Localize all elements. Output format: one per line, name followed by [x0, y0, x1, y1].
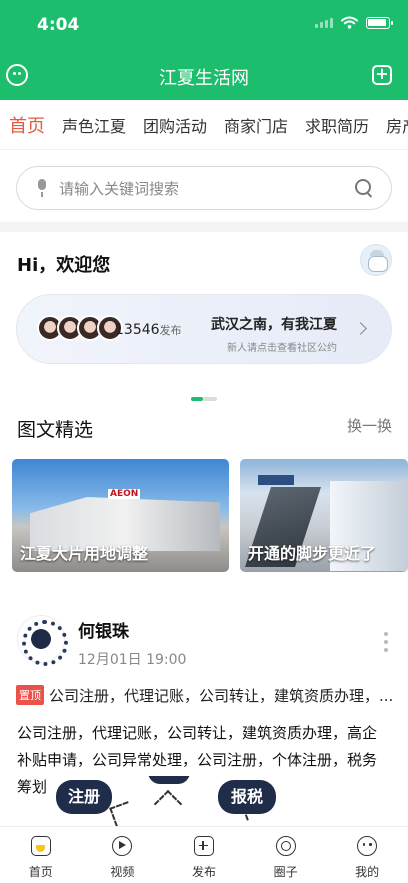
refresh-button[interactable]: 换一换	[347, 415, 392, 436]
card-caption: 开通的脚步更近了	[248, 544, 377, 563]
post-count: 13546发布	[115, 322, 182, 338]
search-icon[interactable]	[355, 179, 373, 197]
card-logo-text: AEON	[108, 489, 141, 499]
tab-stores[interactable]: 商家门店	[224, 113, 288, 137]
featured-card[interactable]: AEON 江夏大片用地调整	[12, 459, 229, 572]
status-time: 4:04	[37, 15, 80, 35]
microphone-icon[interactable]	[35, 179, 49, 197]
arrow-icon	[109, 801, 135, 826]
status-icons	[315, 16, 393, 29]
tab-home[interactable]: 首页	[9, 112, 45, 138]
banner-subtext: 新人请点击查看社区公约	[227, 343, 337, 354]
search-placeholder: 请输入关键词搜索	[59, 179, 180, 198]
image-label: 注册	[56, 780, 112, 814]
card-image	[258, 475, 294, 485]
tab-housing[interactable]: 房产	[386, 113, 408, 137]
post-time: 12月01日 19:00	[78, 652, 187, 668]
chevron-right-icon	[354, 322, 367, 335]
pin-badge: 置顶	[16, 685, 44, 705]
post-count-suffix: 发布	[159, 324, 182, 337]
featured-card[interactable]: 开通的脚步更近了	[240, 459, 408, 572]
section-divider	[0, 222, 408, 232]
search-input[interactable]: 请输入关键词搜索	[16, 166, 392, 210]
tab-voice[interactable]: 声色江夏	[62, 113, 126, 137]
nav-label: 我的	[355, 865, 380, 879]
banner-slogan: 武汉之南，有我江夏	[211, 317, 337, 333]
image-bubble	[148, 776, 190, 784]
more-icon[interactable]	[384, 632, 388, 652]
arrow-icon	[153, 789, 183, 819]
tab-groupbuy[interactable]: 团购活动	[143, 113, 207, 137]
nav-mine[interactable]: 我的	[326, 827, 408, 883]
search-section: 请输入关键词搜索	[0, 150, 408, 222]
nav-circle[interactable]: 圈子	[245, 827, 327, 883]
header: 4:04 江夏生活网 +	[0, 0, 408, 100]
home-icon	[30, 836, 51, 856]
community-banner[interactable]: 13546发布 武汉之南，有我江夏 新人请点击查看社区公约	[16, 294, 392, 364]
carousel-indicator	[191, 397, 217, 401]
post-author[interactable]: 何银珠	[78, 617, 129, 642]
greeting-text: Hi，欢迎您	[17, 255, 111, 276]
nav-post[interactable]: 发布	[163, 827, 245, 883]
status-bar: 4:04	[0, 0, 408, 50]
member-avatars	[37, 315, 123, 341]
category-tabs: 首页 声色江夏 团购活动 商家门店 求职简历 房产	[0, 100, 408, 150]
nav-home[interactable]: 首页	[0, 827, 82, 883]
indicator-active	[191, 397, 203, 401]
nav-label: 圈子	[273, 865, 298, 879]
nav-label: 首页	[28, 865, 53, 879]
post-title: 公司注册，代理记账，公司转让，建筑资质办理，...	[49, 686, 394, 705]
image-label: 报税	[218, 780, 276, 814]
section-title: 图文精选	[17, 419, 94, 441]
add-square-icon[interactable]: +	[372, 65, 392, 85]
nav-label: 发布	[191, 865, 216, 879]
signal-icon	[315, 17, 333, 28]
video-icon	[112, 836, 133, 856]
tab-jobs[interactable]: 求职简历	[305, 113, 369, 137]
wifi-icon	[341, 16, 358, 29]
avatar[interactable]	[17, 615, 68, 666]
bottom-nav: 首页 视频 发布 圈子 我的	[0, 826, 408, 883]
assistant-avatar[interactable]	[360, 244, 392, 276]
post-count-number: 13546	[115, 322, 160, 338]
card-caption: 江夏大片用地调整	[20, 544, 149, 563]
profile-icon	[357, 836, 378, 856]
app-bar: 江夏生活网 +	[0, 54, 408, 98]
nav-label: 视频	[110, 865, 135, 879]
post-image[interactable]: 注册 报税	[0, 776, 408, 826]
post-icon	[193, 836, 214, 856]
app-title: 江夏生活网	[159, 68, 249, 89]
nav-video[interactable]: 视频	[82, 827, 164, 883]
battery-icon	[366, 16, 393, 29]
indicator-inactive	[203, 397, 217, 401]
pinned-post-title[interactable]: 置顶 公司注册，代理记账，公司转让，建筑资质办理，...	[16, 684, 396, 706]
circle-icon	[275, 836, 296, 856]
